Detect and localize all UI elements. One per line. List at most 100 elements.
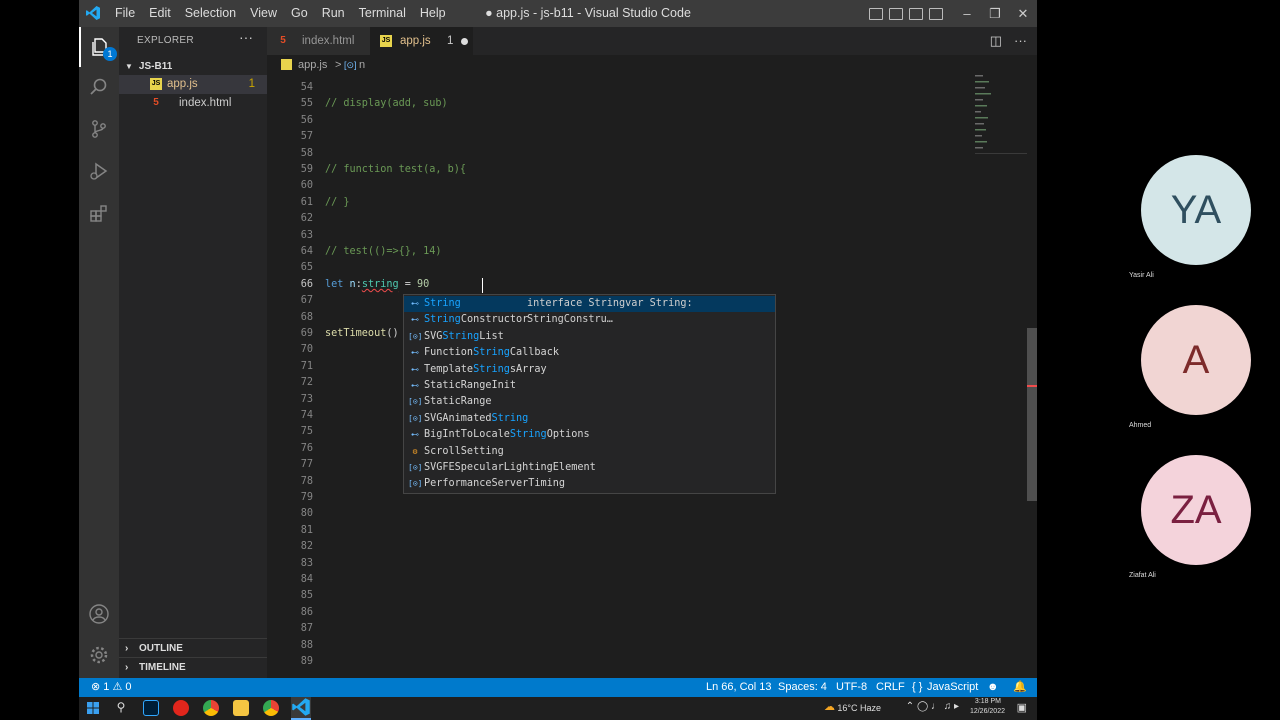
restore-icon[interactable]: ❐ (981, 6, 1009, 22)
avatar-initials: A (1182, 338, 1210, 382)
line-number: 68 (300, 311, 313, 323)
clock-time[interactable]: 3:18 PM (975, 698, 1001, 705)
tab-app-js[interactable]: JS app.js 1 (370, 27, 473, 55)
breadcrumb-symbol[interactable]: n (359, 55, 365, 75)
menu-help[interactable]: Help (420, 0, 453, 27)
menu-file[interactable]: File (115, 0, 142, 27)
vertical-scrollbar[interactable] (1027, 75, 1037, 678)
tab-index-html[interactable]: 5 index.html (267, 27, 370, 55)
split-editor-icon[interactable]: ◫ (990, 33, 1002, 49)
photoshop-icon[interactable] (143, 700, 159, 716)
folder-js-b11[interactable]: ▼ JS-B11 (119, 59, 267, 75)
windows-start-icon[interactable] (85, 700, 101, 716)
file-item-app-js[interactable]: JS app.js 1 (119, 75, 267, 94)
customize-layout-icon[interactable] (929, 7, 943, 20)
variable-icon: [⊙] (344, 60, 357, 70)
run-debug-icon[interactable] (79, 151, 119, 191)
acrobat-icon[interactable] (173, 700, 189, 716)
notification-icon[interactable]: ▣ (1017, 701, 1027, 714)
suggestion-item[interactable]: ⊷ FunctionStringCallback (404, 345, 775, 361)
menu-go[interactable]: Go (291, 0, 315, 27)
chrome-icon-2[interactable] (263, 700, 279, 716)
line-number: 81 (300, 524, 313, 536)
source-control-icon[interactable] (79, 109, 119, 149)
line-number: 63 (300, 229, 313, 241)
line-number: 55 (300, 98, 313, 110)
participant-avatar-2: A (1141, 305, 1251, 415)
menu-terminal[interactable]: Terminal (359, 0, 413, 27)
vscode-taskbar-icon[interactable] (291, 697, 311, 720)
more-actions-icon[interactable]: ··· (1014, 33, 1027, 49)
scrollbar-thumb[interactable] (1027, 328, 1037, 501)
accounts-icon[interactable] (79, 594, 119, 634)
chevron-right-icon: › (125, 662, 129, 673)
js-file-icon (281, 59, 292, 70)
line-number: 77 (300, 459, 313, 471)
file-explorer-icon[interactable] (233, 700, 249, 716)
minimize-icon[interactable]: – (953, 6, 981, 21)
suggestion-item[interactable]: ⊷ BigIntToLocaleStringOptions (404, 427, 775, 443)
cursor-position[interactable]: Ln 66, Col 13 (706, 678, 771, 697)
toggle-sidebar-icon[interactable] (869, 7, 883, 20)
suggestion-item[interactable]: ⚙ ScrollSetting (404, 444, 775, 460)
line-number: 82 (300, 541, 313, 553)
editor-actions: ◫ ··· (990, 33, 1027, 49)
toggle-panel-icon[interactable] (889, 7, 903, 20)
menu-selection[interactable]: Selection (185, 0, 243, 27)
file-name: app.js (167, 78, 198, 90)
line-number: 80 (300, 508, 313, 520)
menu-view[interactable]: View (250, 0, 284, 27)
suggestion-label: BigIntToLocaleStringOptions (424, 429, 590, 441)
suggestion-item[interactable]: [⊙] SVGStringList (404, 329, 775, 345)
suggestion-item[interactable]: ⊷ StaticRangeInit (404, 378, 775, 394)
html-file-icon: 5 (280, 35, 286, 46)
suggestion-item[interactable]: [⊙] StaticRange (404, 394, 775, 410)
line-number: 61 (300, 196, 313, 208)
clock-date[interactable]: 12/26/2022 (970, 708, 1005, 715)
unsaved-dot-icon[interactable] (461, 38, 468, 45)
title-bar-controls: – ❐ ✕ (866, 0, 1037, 27)
participant-name-3: Ziafat Ali (1129, 572, 1156, 579)
explorer-more-actions[interactable]: ··· (239, 29, 253, 45)
search-icon[interactable]: ⚲ (113, 700, 129, 716)
line-number: 89 (300, 656, 313, 667)
encoding[interactable]: UTF-8 (836, 678, 867, 697)
language-mode[interactable]: JavaScript (927, 678, 978, 697)
suggestion-item[interactable]: ⊷ String interface Stringvar String: Strin… (404, 296, 775, 325)
line-number: 59 (300, 164, 313, 175)
breadcrumb-file[interactable]: app.js (298, 55, 327, 75)
variable-icon: [⊙] (408, 413, 423, 423)
minimap[interactable] (965, 75, 1027, 165)
file-item-index-html[interactable]: 5 index.html (119, 94, 267, 113)
suggestion-item[interactable]: ⊷ StringConstructor (404, 312, 775, 328)
suggestion-item[interactable]: ⊷ TemplateStringsArray (404, 362, 775, 378)
suggestion-item[interactable]: [⊙] PerformanceServerTiming (404, 476, 775, 492)
explorer-icon[interactable]: 1 (79, 27, 119, 67)
notifications-bell-icon[interactable]: 🔔 (1013, 678, 1027, 697)
braces-icon: { } (912, 681, 923, 693)
outline-section[interactable]: › OUTLINE (119, 638, 267, 657)
indentation[interactable]: Spaces: 4 (778, 678, 827, 697)
extensions-icon[interactable] (79, 193, 119, 233)
timeline-section[interactable]: › TIMELINE (119, 657, 267, 676)
menu-edit[interactable]: Edit (149, 0, 178, 27)
suggestion-item[interactable]: [⊙] SVGAnimatedString (404, 411, 775, 427)
line-number: 56 (300, 114, 313, 126)
toggle-secondary-sidebar-icon[interactable] (909, 7, 923, 20)
chrome-icon[interactable] (203, 700, 219, 716)
suggestion-label: StaticRange (424, 396, 492, 408)
feedback-icon[interactable]: ☻ (987, 678, 999, 697)
screen: File Edit Selection View Go Run Terminal… (0, 0, 1280, 720)
suggestion-item[interactable]: [⊙] SVGFESpecularLightingElement (404, 460, 775, 476)
close-icon[interactable]: ✕ (1009, 6, 1037, 22)
line-endings[interactable]: CRLF (876, 678, 905, 697)
settings-gear-icon[interactable] (79, 635, 119, 675)
search-icon[interactable] (79, 67, 119, 107)
line-number: 54 (300, 82, 313, 93)
problems-status[interactable]: ⊗ 1 ⚠ 0 (91, 678, 132, 697)
js-file-icon: JS (380, 35, 392, 47)
menu-run[interactable]: Run (322, 0, 352, 27)
weather[interactable]: 16°C Haze (837, 703, 881, 713)
line-number: 60 (300, 180, 313, 192)
tray-icons[interactable]: ⌃ ◯ ♩ ♫ ▸ (906, 701, 959, 712)
